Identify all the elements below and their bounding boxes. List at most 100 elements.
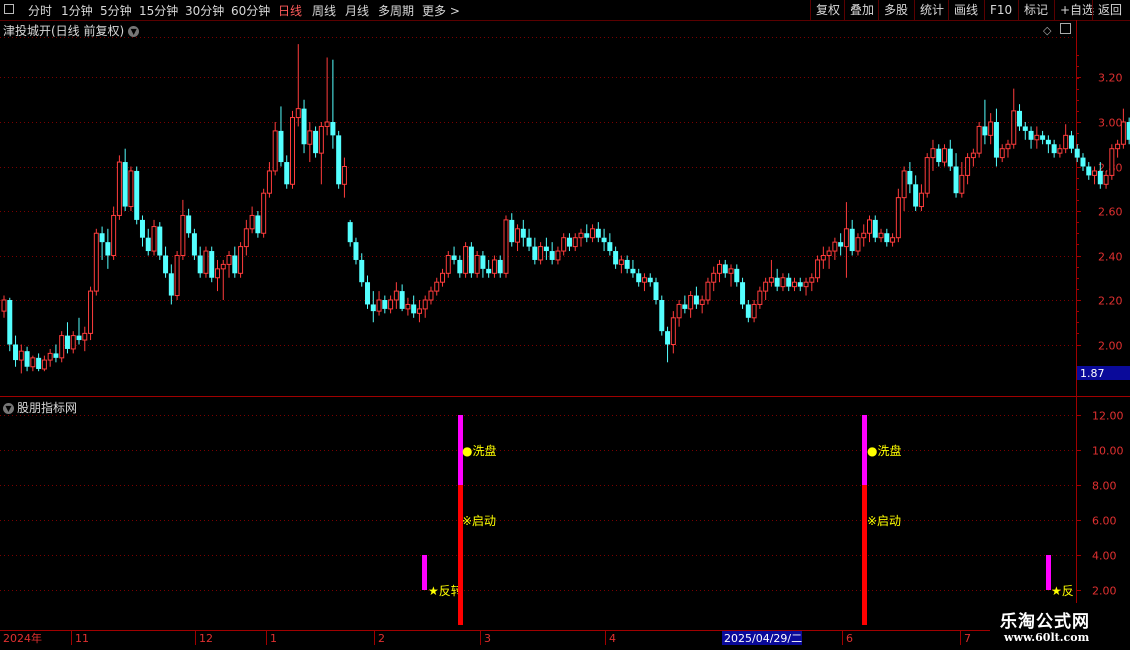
candle-body bbox=[376, 299, 382, 312]
time-axis-label: 1 bbox=[270, 632, 277, 645]
watermark-line1: 乐淘公式网 bbox=[1000, 612, 1090, 632]
candle-body bbox=[347, 222, 353, 243]
candle-body bbox=[405, 303, 411, 310]
time-axis-label: 2 bbox=[378, 632, 385, 645]
candle-body bbox=[832, 241, 838, 252]
candle-body bbox=[561, 237, 567, 252]
candle-body bbox=[572, 237, 578, 248]
candle-body bbox=[641, 277, 647, 283]
signal-label: ※启动 bbox=[867, 514, 901, 528]
candle-body bbox=[1, 299, 7, 312]
candle-body bbox=[901, 170, 907, 199]
candle-body bbox=[82, 332, 88, 341]
candle-body bbox=[538, 246, 544, 261]
candle-body bbox=[1017, 110, 1023, 127]
candle-body bbox=[243, 228, 249, 248]
candle-body bbox=[838, 242, 844, 247]
stock-chart[interactable]: 3.203.002.802.602.402.202.0012.0010.008.… bbox=[0, 0, 1130, 650]
candle-body bbox=[959, 174, 965, 194]
signal-label: ●洗盘 bbox=[867, 443, 901, 458]
price-tick-label: 2.20 bbox=[1098, 295, 1123, 308]
candle-body bbox=[590, 228, 596, 239]
candle-body bbox=[180, 214, 186, 256]
candle-body bbox=[249, 214, 255, 230]
indicator-tick-label: 2.00 bbox=[1092, 585, 1117, 598]
candle-body bbox=[924, 157, 930, 194]
candle-body bbox=[341, 166, 347, 185]
candle-body bbox=[618, 259, 624, 265]
candle-body bbox=[203, 250, 209, 274]
candle-body bbox=[290, 117, 295, 185]
candle-body bbox=[128, 170, 134, 208]
candle-body bbox=[399, 291, 405, 309]
candle-body bbox=[532, 246, 538, 260]
candle-body bbox=[688, 295, 694, 310]
candle-body bbox=[526, 237, 532, 247]
candle-body bbox=[24, 351, 30, 367]
candle-body bbox=[942, 148, 948, 163]
candle-body bbox=[1097, 170, 1103, 185]
candle-body bbox=[365, 282, 371, 305]
candle-body bbox=[820, 255, 826, 261]
candle-body bbox=[440, 272, 446, 283]
candle-body bbox=[774, 277, 780, 287]
candle-body bbox=[740, 282, 746, 305]
candle-body bbox=[486, 268, 492, 274]
candle-body bbox=[1092, 170, 1098, 176]
candle-body bbox=[1022, 126, 1028, 131]
candle-body bbox=[855, 237, 861, 252]
candle-body bbox=[307, 130, 313, 145]
time-axis-label: 7 bbox=[964, 632, 971, 645]
candle-body bbox=[630, 268, 636, 274]
candle-body bbox=[336, 135, 342, 185]
candle-body bbox=[676, 303, 682, 319]
candle-body bbox=[936, 148, 942, 163]
candle-body bbox=[1057, 148, 1063, 154]
candle-body bbox=[359, 259, 365, 283]
candle-body bbox=[111, 214, 117, 256]
candle-body bbox=[422, 299, 428, 310]
candle-body bbox=[497, 259, 503, 274]
candle-body bbox=[797, 282, 803, 287]
candle-body bbox=[815, 259, 821, 279]
current-price-label: 1.87 bbox=[1080, 367, 1105, 380]
candle-body bbox=[613, 251, 619, 265]
candle-body bbox=[157, 226, 163, 256]
candle-body bbox=[88, 290, 94, 334]
candle-body bbox=[543, 246, 549, 252]
indicator-tick-label: 10.00 bbox=[1092, 445, 1124, 458]
candle-body bbox=[624, 259, 630, 269]
candle-body bbox=[843, 228, 849, 248]
candle-body bbox=[993, 122, 999, 158]
candle-body bbox=[584, 233, 590, 238]
candle-body bbox=[313, 130, 319, 154]
candle-body bbox=[18, 350, 24, 361]
candle-body bbox=[520, 228, 526, 238]
candle-body bbox=[7, 300, 13, 345]
indicator-tick-label: 4.00 bbox=[1092, 550, 1117, 563]
candle-body bbox=[226, 255, 232, 265]
candle-body bbox=[509, 219, 515, 243]
candle-body bbox=[463, 246, 469, 274]
candle-body bbox=[791, 281, 797, 288]
candle-body bbox=[768, 277, 774, 283]
candle-body bbox=[163, 255, 169, 274]
candle-body bbox=[607, 242, 613, 252]
indicator-bar bbox=[862, 485, 867, 625]
candle-body bbox=[595, 228, 601, 238]
candle-body bbox=[191, 233, 197, 256]
signal-label: ★反转 bbox=[428, 583, 463, 598]
candle-body bbox=[99, 233, 105, 243]
indicator-tick-label: 6.00 bbox=[1092, 515, 1117, 528]
candle-body bbox=[670, 317, 676, 345]
candle-body bbox=[849, 228, 855, 252]
candle-body bbox=[197, 255, 203, 274]
candle-body bbox=[220, 263, 226, 270]
candle-body bbox=[878, 232, 884, 239]
candle-body bbox=[976, 125, 982, 154]
candle-body bbox=[186, 215, 192, 234]
candle-body bbox=[445, 255, 451, 274]
signal-label: ※启动 bbox=[462, 514, 496, 528]
candle-body bbox=[757, 290, 763, 305]
candle-body bbox=[682, 304, 688, 309]
